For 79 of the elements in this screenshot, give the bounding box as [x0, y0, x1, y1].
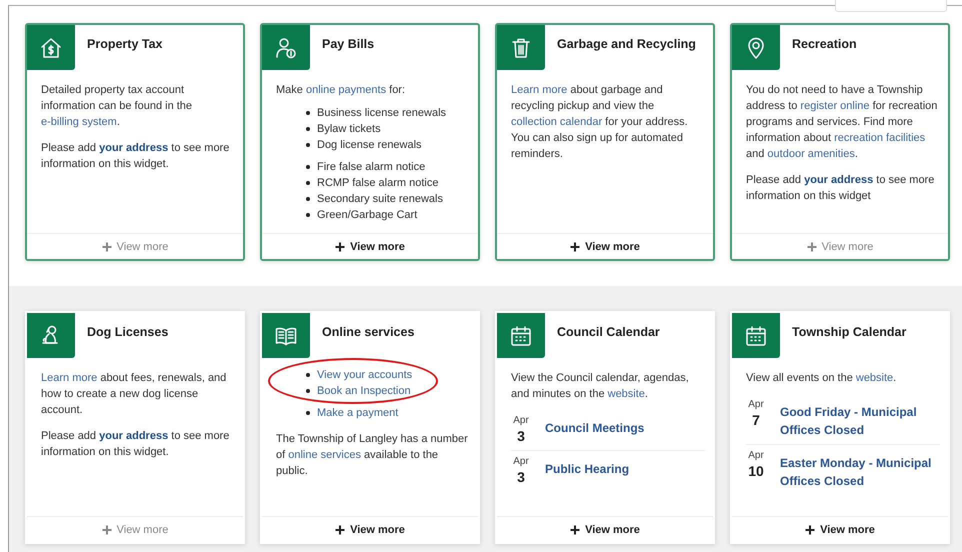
list-link[interactable]: View your accounts — [317, 367, 412, 383]
card-title: Township Calendar — [791, 324, 906, 339]
bullet-icon — [306, 197, 310, 201]
list-link[interactable]: Make a payment — [317, 405, 398, 421]
event-link[interactable]: Public Hearing — [545, 456, 630, 478]
plus-icon — [806, 242, 817, 252]
bullet-icon — [306, 213, 310, 217]
description-text: View all events on the website. — [746, 371, 898, 386]
text-link[interactable]: your address — [804, 174, 874, 186]
event-link[interactable]: Council Meetings — [545, 415, 644, 437]
description-text: View the Council calendar, agendas, and minutes on the website. — [511, 371, 690, 402]
text-link[interactable]: outdoor amenities — [767, 148, 855, 160]
event-day: 7 — [752, 411, 760, 429]
bullet-icon — [306, 373, 310, 377]
description-text: Make online payments for: — [276, 83, 406, 98]
bullet-icon — [306, 143, 310, 147]
description-text: Learn more about garbage and recycling pickup and view the collection calendar for your address. You can also sign up for automated reminders. — [511, 83, 689, 162]
bullet-icon — [306, 181, 310, 185]
event-month: Apr — [513, 456, 529, 468]
bullet-icon — [306, 127, 310, 131]
event-month: Apr — [748, 450, 764, 462]
text-link[interactable]: your address — [99, 430, 168, 442]
text-link[interactable]: Learn more — [41, 372, 98, 384]
text-link[interactable]: collection calendar — [511, 116, 602, 128]
list-item-text: Dog license renewals — [317, 138, 422, 153]
event-month: Apr — [748, 399, 764, 411]
description-text: Please add your address to see more information on this widget. — [41, 429, 230, 460]
plus-icon — [805, 524, 816, 534]
text-link[interactable]: recreation facilities — [834, 132, 926, 144]
card-title: Recreation — [791, 36, 857, 51]
text-link[interactable]: your address — [99, 142, 168, 154]
card-title: Property Tax — [86, 36, 162, 51]
list-item-text: Bylaw tickets — [317, 122, 381, 137]
card-title: Garbage and Recycling — [556, 36, 696, 51]
text-link[interactable]: register online — [800, 100, 870, 112]
list-item-text: Green/Garbage Cart — [317, 208, 418, 223]
event-link[interactable]: Good Friday - Municipal Offices Closed — [780, 399, 940, 439]
text-link[interactable]: website — [608, 388, 645, 400]
description-text: Detailed property tax account information can be found in the e-billing system. — [41, 83, 194, 130]
view-more-button[interactable]: View more — [262, 233, 478, 259]
description-text: Please add your address to see more information on this widget. — [41, 141, 230, 172]
plus-icon — [570, 524, 580, 534]
list-item-text: Secondary suite renewals — [317, 192, 443, 207]
text-link[interactable]: Learn more — [511, 84, 568, 96]
description-text: You do not need to have a Township address to register online for recreation programs and services. Find more information about recreation facilities and outdoor amenities. — [746, 83, 938, 162]
plus-icon — [102, 524, 112, 534]
view-more-button[interactable]: View more — [497, 233, 713, 259]
description-text: The Township of Langley has a number of online services available to the public. — [276, 432, 469, 479]
text-link[interactable]: website — [856, 372, 894, 384]
card-title: Council Calendar — [556, 324, 660, 339]
view-more-button[interactable]: View more — [262, 516, 478, 542]
dropdown-field[interactable] — [835, 0, 947, 12]
text-link[interactable]: online services — [288, 449, 361, 461]
list-item-text: RCMP false alarm notice — [317, 176, 438, 191]
list-item-text: Fire false alarm notice — [317, 160, 426, 175]
event-day: 10 — [748, 462, 764, 480]
card-title: Dog Licenses — [86, 324, 168, 339]
card-title: Online services — [321, 324, 414, 339]
plus-icon — [102, 242, 112, 252]
list-link[interactable]: Book an Inspection — [317, 383, 411, 399]
view-more-button[interactable]: View more — [732, 516, 948, 542]
plus-icon — [335, 242, 346, 252]
text-link[interactable]: online payments — [306, 84, 386, 96]
event-day: 3 — [517, 468, 525, 486]
bullet-icon — [306, 165, 310, 169]
text-link[interactable]: e-billing system — [41, 116, 117, 128]
bullet-icon — [306, 411, 310, 415]
list-item-text: Business license renewals — [317, 106, 446, 121]
view-more-button[interactable]: View more — [497, 516, 713, 542]
event-month: Apr — [513, 415, 529, 427]
card-title: Pay Bills — [321, 36, 374, 51]
bullet-icon — [306, 389, 310, 393]
bullet-icon — [306, 111, 310, 115]
event-link[interactable]: Easter Monday - Municipal Offices Closed — [780, 450, 940, 490]
description-text: Learn more about fees, renewals, and how to create a new dog license account. — [41, 371, 228, 418]
plus-icon — [570, 242, 580, 252]
plus-icon — [335, 524, 346, 534]
event-day: 3 — [517, 427, 525, 445]
description-text: Please add your address to see more information on this widget — [746, 173, 936, 204]
